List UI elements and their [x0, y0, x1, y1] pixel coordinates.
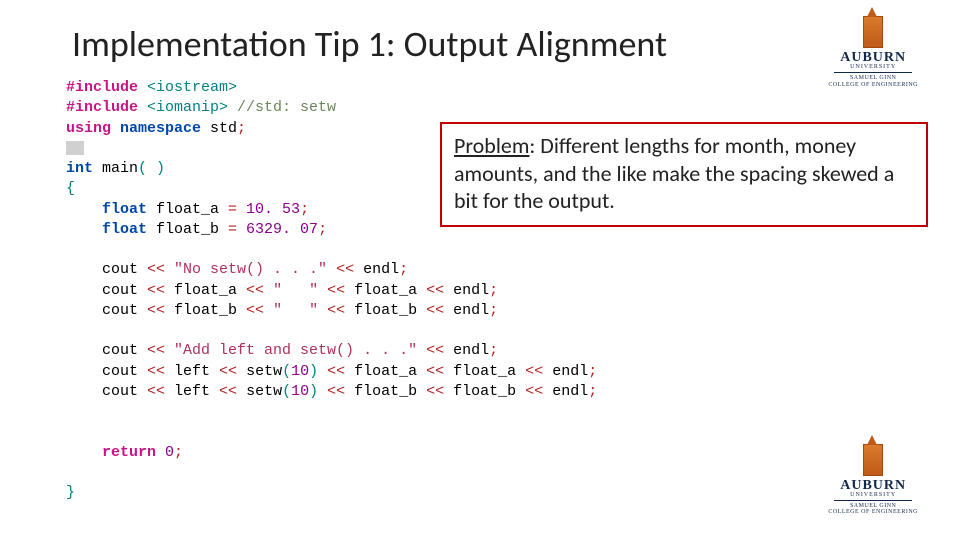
slide: Implementation Tip 1: Output Alignment A… [0, 0, 960, 540]
auburn-logo-bottom: AUBURN UNIVERSITY SAMUEL GINN COLLEGE OF… [828, 444, 918, 516]
auburn-logo-top: AUBURN UNIVERSITY SAMUEL GINN COLLEGE OF… [828, 16, 918, 88]
tower-icon [863, 16, 883, 48]
problem-label: Problem [454, 132, 529, 159]
cursor-block [66, 141, 84, 155]
problem-callout: Problem: Different lengths for month, mo… [440, 122, 928, 227]
slide-title: Implementation Tip 1: Output Alignment [72, 22, 667, 66]
tower-icon [863, 444, 883, 476]
